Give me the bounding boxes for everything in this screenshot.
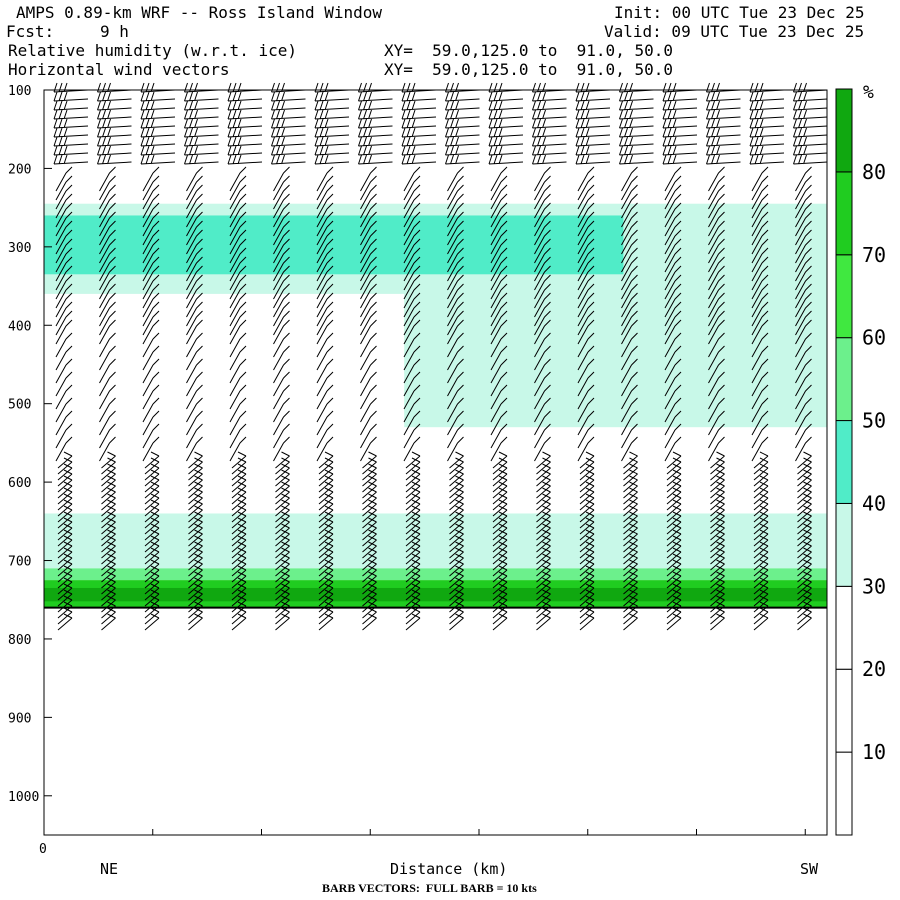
colorbar-segment xyxy=(835,585,853,670)
y-tick-label: 800 xyxy=(8,633,31,648)
y-tick-label: 100 xyxy=(8,84,31,99)
colorbar-tick-label: 80 xyxy=(862,160,886,184)
colorbar-tick-label: 60 xyxy=(862,326,886,350)
y-tick-label: 300 xyxy=(8,241,31,256)
y-tick-label: 1000 xyxy=(8,790,39,805)
colorbar-segment xyxy=(835,337,853,422)
colorbar-tick-label: 70 xyxy=(862,243,886,267)
x-axis-label: Distance (km) xyxy=(390,860,508,878)
colorbar-tick-label: 50 xyxy=(862,409,886,433)
y-tick-label: 900 xyxy=(8,711,31,726)
colorbar-segment xyxy=(835,254,853,339)
rh-band-6 xyxy=(44,587,827,602)
colorbar-tick-label: 30 xyxy=(862,574,886,598)
plot-frame xyxy=(43,89,828,836)
barb-vector-note: BARB VECTORS: FULL BARB = 10 kts xyxy=(322,881,537,895)
colorbar-segment xyxy=(835,171,853,256)
y-tick-label: 700 xyxy=(8,555,31,570)
rh-band-2 xyxy=(404,278,827,428)
colorbar-tick-label: 20 xyxy=(862,657,886,681)
y-tick-label: 600 xyxy=(8,476,31,491)
cross-section-plot: 100 200 300 400 500 600 700 800 900 1000 10 20 30 40… xyxy=(8,82,886,836)
y-tick-label: 200 xyxy=(8,162,31,177)
colorbar-segment xyxy=(835,502,853,587)
colorbar-unit: % xyxy=(863,82,874,103)
colorbar-tick-label: 10 xyxy=(862,740,886,764)
rh-band-4 xyxy=(44,568,827,581)
direction-right-label: SW xyxy=(800,860,819,878)
x-axis-origin: 0 xyxy=(39,842,47,857)
colorbar-segment xyxy=(835,88,853,173)
y-tick-label: 400 xyxy=(8,319,31,334)
direction-left-label: NE xyxy=(100,860,119,878)
rh-band-3 xyxy=(44,513,827,569)
colorbar-segment xyxy=(835,751,853,836)
colorbar-segment xyxy=(835,668,853,753)
y-tick-label: 500 xyxy=(8,398,31,413)
colorbar-tick-label: 40 xyxy=(862,491,886,515)
colorbar-segment xyxy=(835,420,853,504)
